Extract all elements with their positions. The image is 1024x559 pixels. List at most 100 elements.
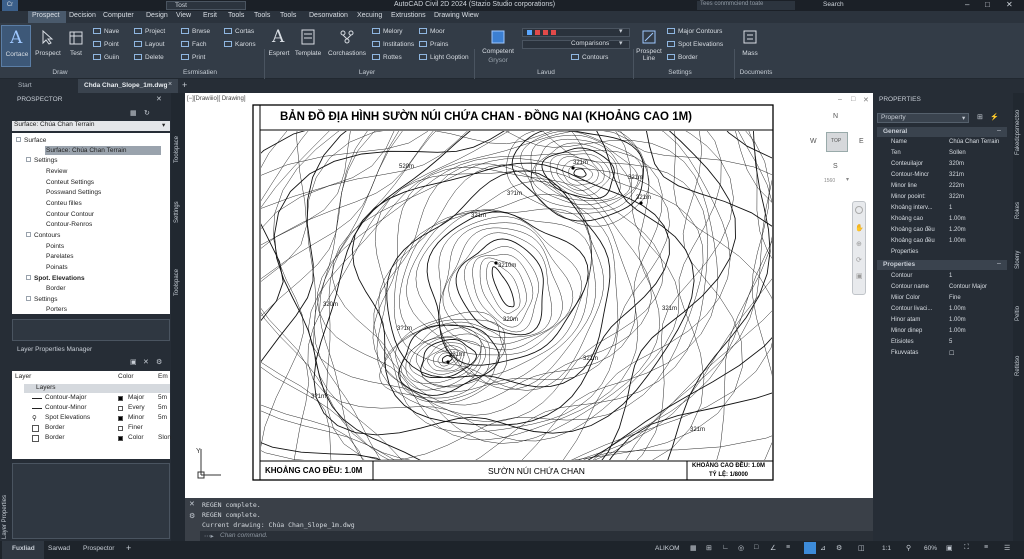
viewcube-north[interactable]: N: [833, 113, 838, 120]
light-goption-button[interactable]: Light Goption: [419, 54, 469, 61]
property-value[interactable]: ☐: [949, 350, 954, 357]
ortho-icon[interactable]: ∟: [722, 544, 729, 551]
property-row[interactable]: Minor dinep 1.00m: [879, 328, 1007, 338]
layer-color-dropdown[interactable]: ▾: [522, 28, 630, 37]
property-dropdown[interactable]: Property ▾: [877, 113, 969, 123]
zoom-icon[interactable]: ⊕: [856, 240, 862, 248]
tree-item-poinats[interactable]: Poinats: [46, 264, 68, 271]
property-row[interactable]: Contour name Contour Major: [879, 284, 1007, 294]
menu-decision[interactable]: Decision: [69, 12, 96, 19]
command-input[interactable]: ⋯▸ Chan command.: [200, 531, 873, 541]
layer-color-swatch[interactable]: [118, 436, 123, 441]
viewcube[interactable]: N S E W TOP 1560 ▾: [806, 113, 866, 188]
rottes-button[interactable]: Rottes: [372, 54, 402, 61]
grid-icon[interactable]: ▦: [690, 544, 697, 552]
delete-button[interactable]: Delete: [134, 54, 164, 61]
property-value[interactable]: 1.00m: [949, 216, 966, 222]
tree-item-spot-elevations[interactable]: Spot. Elevations: [26, 275, 85, 282]
property-row[interactable]: Fkuvvatas ☐: [879, 350, 1007, 360]
minimize-icon[interactable]: –: [965, 0, 969, 9]
cortace-button[interactable]: A Cortace: [1, 25, 31, 67]
osnap-icon[interactable]: □: [754, 544, 758, 551]
print-button[interactable]: Print: [181, 54, 205, 61]
property-value[interactable]: 1.00m: [949, 328, 966, 334]
layout-button[interactable]: Layout: [134, 41, 165, 48]
cmd-close-icon[interactable]: ✕: [189, 500, 195, 508]
property-row[interactable]: Hinor atam 1.00m: [879, 317, 1007, 327]
orbit-icon[interactable]: ⟳: [856, 256, 862, 264]
ribbon-group-esrmisatien[interactable]: Esrmisatien: [178, 69, 222, 76]
side-tab-toolspace[interactable]: Toolspace: [174, 136, 180, 163]
steering-wheel-icon[interactable]: [855, 206, 863, 214]
property-row[interactable]: Khoảng cao 1.00m: [879, 216, 1007, 226]
side-tab-rokes[interactable]: Rokes: [1015, 202, 1021, 219]
property-row[interactable]: Properties: [879, 249, 1007, 259]
side-tab-peltio[interactable]: Peltio: [1015, 306, 1021, 321]
table-row[interactable]: Contour-Major Major 5m: [12, 394, 170, 404]
property-value[interactable]: Chúa Chan Terrain: [949, 139, 999, 145]
side-tab-layer-properties[interactable]: Layer Properties: [2, 495, 8, 539]
polar-icon[interactable]: ◎: [738, 544, 744, 552]
property-value[interactable]: 321m: [949, 172, 964, 178]
side-tab-retldso[interactable]: Retldso: [1015, 356, 1021, 376]
karons-button[interactable]: Karons: [224, 41, 256, 48]
test-button[interactable]: Test: [64, 27, 88, 67]
layout-tab-2[interactable]: Sarwad: [48, 545, 70, 552]
border-button[interactable]: Border: [667, 54, 698, 61]
layer-color-swatch[interactable]: [118, 396, 123, 401]
property-row[interactable]: Minor line 222m: [879, 183, 1007, 193]
ribbon-group-settings[interactable]: Settings: [664, 69, 696, 76]
menu-tools-2[interactable]: Tools: [254, 12, 270, 19]
table-row[interactable]: ⚲ Spot Elevations Minor 5m: [12, 414, 170, 424]
major-contours-button[interactable]: Major Contours: [667, 28, 722, 35]
menu-ersit[interactable]: Ersit: [203, 12, 217, 19]
ribbon-group-lavud[interactable]: Lavud: [534, 69, 558, 76]
point-button[interactable]: Point: [93, 41, 119, 48]
lineweight-icon[interactable]: ≡: [786, 544, 790, 551]
chevron-down-icon[interactable]: ▾: [846, 176, 849, 183]
spot-elevations-button[interactable]: Spot Elevations: [667, 41, 723, 48]
pan-icon[interactable]: ✋: [855, 224, 864, 232]
table-row[interactable]: Border Color Slon: [12, 434, 171, 444]
tree-item-porters[interactable]: Porters: [46, 306, 67, 313]
corchastions-button[interactable]: Corchastions: [325, 27, 369, 67]
menu-xecuing[interactable]: Xecuing: [357, 12, 382, 19]
tree-item-posswand-settings[interactable]: Posswand Settings: [46, 189, 101, 196]
moor-button[interactable]: Moor: [419, 28, 445, 35]
table-row[interactable]: Border Finer: [12, 424, 170, 434]
customization-icon[interactable]: ≡: [984, 544, 988, 551]
command-search-input[interactable]: Tees conmmciend toate: [697, 1, 795, 10]
prospect-button[interactable]: Prospect: [33, 27, 63, 67]
property-value[interactable]: 1.00m: [949, 306, 966, 312]
viewcube-south[interactable]: S: [833, 163, 838, 170]
tree-item-parelates[interactable]: Parelates: [46, 253, 73, 260]
property-value[interactable]: 1.20m: [949, 227, 966, 233]
property-value[interactable]: 1: [949, 273, 952, 279]
tab-start[interactable]: Start: [18, 82, 32, 89]
tree-item-border[interactable]: Border: [46, 285, 66, 292]
layer-header-color[interactable]: Color: [118, 373, 134, 380]
property-value[interactable]: 5: [949, 339, 952, 345]
side-tab-settings[interactable]: Settings: [174, 201, 180, 223]
property-row[interactable]: Minor pooint: 322m: [879, 194, 1007, 204]
menu-drawing-view[interactable]: Drawing Wiew: [434, 12, 479, 19]
cortas-button[interactable]: Cortas: [224, 28, 254, 35]
tab-drawing[interactable]: Chda Chan_Slope_1m.dwg ×: [78, 79, 178, 93]
tree-item-surface[interactable]: Surface: [16, 137, 46, 144]
tree-item-contours[interactable]: Contours: [26, 232, 60, 239]
model-space-label[interactable]: ALIKOM: [655, 545, 680, 552]
side-tab-fakedcpsmectso[interactable]: Fakedcpsmectso: [1015, 110, 1021, 155]
select-objects-icon[interactable]: ⊞: [977, 113, 983, 121]
cmd-settings-icon[interactable]: ⚙: [189, 512, 195, 520]
prains-button[interactable]: Prains: [419, 41, 448, 48]
layout-tab-3[interactable]: Prospector: [83, 545, 114, 552]
fach-button[interactable]: Fach: [181, 41, 206, 48]
panel-close-icon[interactable]: ✕: [156, 95, 162, 103]
property-row[interactable]: Etisiotes 5: [879, 339, 1007, 349]
tree-item-conteut-settings[interactable]: Conteut Settings: [46, 179, 94, 186]
property-row[interactable]: Contour livaci... 1.00m: [879, 306, 1007, 316]
layer-header-layer[interactable]: Layer: [15, 373, 31, 380]
clean-screen-icon[interactable]: ⛶: [964, 544, 969, 552]
tree-item-review[interactable]: Review: [46, 168, 67, 175]
annotation-icon[interactable]: ⊿: [820, 544, 826, 552]
